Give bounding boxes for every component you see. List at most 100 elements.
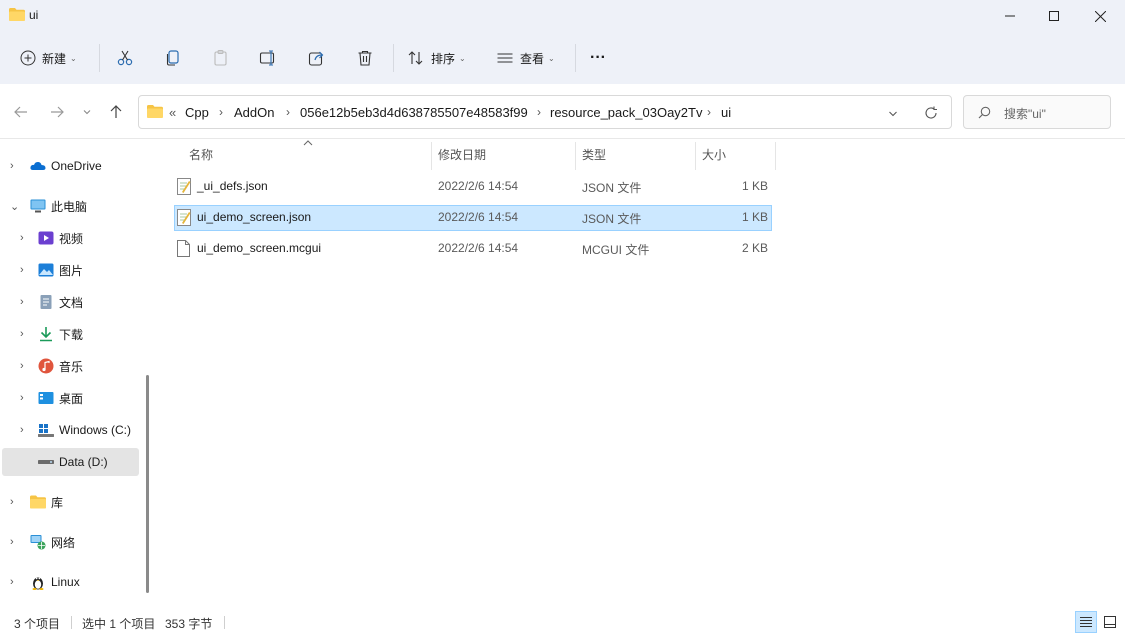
maximize-button[interactable] — [1031, 0, 1077, 32]
navigation-bar: « Cpp › AddOn › 056e12b5eb3d4d638785507e… — [0, 84, 1125, 139]
breadcrumb-overflow[interactable]: « — [169, 105, 176, 120]
rename-button[interactable] — [259, 44, 277, 72]
paste-icon — [214, 50, 227, 66]
network-icon — [30, 535, 46, 550]
column-header-label: 大小 — [702, 147, 727, 162]
breadcrumb-item[interactable]: AddOn — [234, 105, 274, 120]
table-row[interactable]: _ui_defs.json 2022/2/6 14:54 JSON 文件 1 K… — [174, 174, 772, 200]
sidebar-item-drive-d[interactable]: Data (D:) — [2, 448, 139, 476]
chevron-right-icon[interactable]: › — [10, 496, 14, 508]
sidebar-item-label: 图片 — [59, 263, 84, 278]
sidebar-item-libraries[interactable]: › 库 — [2, 488, 139, 516]
chevron-right-icon[interactable]: › — [10, 536, 14, 548]
share-button[interactable] — [308, 44, 326, 72]
column-divider[interactable] — [775, 142, 776, 170]
navigation-pane: › OneDrive ⌄ 此电脑 › 视频 › 图片 › 文档 › 下载 › 音… — [0, 140, 157, 610]
details-view-icon — [1080, 617, 1092, 627]
sidebar-item-label: Linux — [51, 575, 80, 589]
chevron-right-icon[interactable]: › — [20, 360, 24, 372]
scissors-icon — [117, 50, 133, 66]
details-view-button[interactable] — [1075, 611, 1097, 633]
onedrive-icon — [30, 161, 46, 170]
chevron-right-icon[interactable]: › — [20, 232, 24, 244]
tiles-view-icon — [1104, 616, 1116, 628]
more-options-button[interactable]: ··· — [590, 44, 606, 72]
chevron-right-icon[interactable]: › — [20, 392, 24, 404]
breadcrumb-item[interactable]: ui — [721, 105, 731, 120]
sidebar-item-network[interactable]: › 网络 — [2, 528, 139, 556]
sidebar-item-desktop[interactable]: › 桌面 — [2, 384, 139, 412]
list-view-icon — [497, 53, 513, 63]
column-header-modified[interactable]: 修改日期 — [438, 142, 486, 166]
chevron-down-icon[interactable]: ⌄ — [10, 200, 19, 213]
close-button[interactable] — [1077, 0, 1123, 32]
chevron-right-icon[interactable]: › — [10, 160, 14, 172]
sidebar-item-label: 此电脑 — [51, 199, 88, 214]
sidebar-item-music[interactable]: › 音乐 — [2, 352, 139, 380]
column-divider[interactable] — [431, 142, 432, 170]
chevron-down-icon: ⌄ — [548, 53, 555, 63]
window-title: ui — [29, 8, 39, 22]
toolbar-divider — [575, 44, 576, 72]
sidebar-item-this-pc[interactable]: ⌄ 此电脑 — [2, 192, 139, 220]
sort-button[interactable]: 排序 ⌄ — [407, 44, 466, 72]
column-header-name[interactable]: 名称 — [189, 142, 213, 166]
chevron-right-icon[interactable]: › — [10, 576, 14, 588]
selected-size: 353 字节 — [165, 617, 213, 631]
arrow-right-icon — [51, 106, 64, 118]
refresh-icon[interactable] — [924, 106, 938, 120]
chevron-right-icon[interactable]: › — [20, 328, 24, 340]
column-header-type[interactable]: 类型 — [582, 142, 606, 166]
new-button[interactable]: 新建 ⌄ — [20, 44, 77, 72]
chevron-right-icon[interactable]: › — [20, 296, 24, 308]
file-type: JSON 文件 — [582, 212, 642, 226]
videos-icon — [38, 231, 54, 245]
column-divider[interactable] — [695, 142, 696, 170]
search-placeholder: 搜索"ui" — [1004, 107, 1046, 121]
sidebar-item-drive-c[interactable]: › Windows (C:) — [2, 416, 139, 444]
chevron-down-icon[interactable] — [888, 109, 898, 119]
search-input[interactable]: 搜索"ui" — [963, 95, 1111, 129]
breadcrumb-item[interactable]: Cpp — [185, 105, 209, 120]
sidebar-scrollbar[interactable] — [146, 375, 149, 593]
file-name: ui_demo_screen.json — [197, 210, 312, 224]
sidebar-item-label: Data (D:) — [59, 455, 108, 469]
sidebar-item-videos[interactable]: › 视频 — [2, 224, 139, 252]
sidebar-item-label: 音乐 — [59, 359, 84, 374]
desktop-icon — [38, 392, 54, 404]
breadcrumb-item[interactable]: 056e12b5eb3d4d638785507e48583f99 — [300, 105, 528, 120]
file-size: 1 KB — [741, 210, 768, 224]
address-bar[interactable]: « Cpp › AddOn › 056e12b5eb3d4d638785507e… — [138, 95, 952, 129]
chevron-right-icon[interactable]: › — [20, 424, 24, 436]
back-button[interactable] — [11, 102, 31, 122]
up-button[interactable] — [106, 102, 126, 122]
sidebar-item-documents[interactable]: › 文档 — [2, 288, 139, 316]
file-name: _ui_defs.json — [197, 179, 268, 193]
paste-button[interactable] — [212, 44, 230, 72]
copy-button[interactable] — [164, 44, 182, 72]
table-row[interactable]: ui_demo_screen.mcgui 2022/2/6 14:54 MCGU… — [174, 236, 772, 262]
delete-button[interactable] — [356, 44, 374, 72]
column-divider[interactable] — [575, 142, 576, 170]
new-label: 新建 — [42, 51, 67, 66]
sidebar-item-label: 库 — [51, 495, 64, 510]
file-size: 1 KB — [741, 179, 768, 193]
recent-locations-button[interactable] — [77, 102, 97, 122]
chevron-right-icon: › — [537, 105, 541, 119]
forward-button[interactable] — [47, 102, 67, 122]
tiles-view-button[interactable] — [1099, 611, 1121, 633]
close-icon — [1094, 10, 1106, 22]
minimize-button[interactable] — [987, 0, 1033, 32]
sidebar-item-onedrive[interactable]: › OneDrive — [2, 152, 139, 180]
view-button[interactable]: 查看 ⌄ — [496, 44, 555, 72]
breadcrumb-item[interactable]: resource_pack_03Oay2Tv — [550, 105, 702, 120]
cut-button[interactable] — [116, 44, 134, 72]
sidebar-item-downloads[interactable]: › 下载 — [2, 320, 139, 348]
chevron-right-icon[interactable]: › — [20, 264, 24, 276]
table-row-selected[interactable]: ui_demo_screen.json 2022/2/6 14:54 JSON … — [174, 205, 772, 231]
chevron-down-icon — [83, 110, 91, 115]
linux-icon — [32, 577, 44, 590]
sidebar-item-pictures[interactable]: › 图片 — [2, 256, 139, 284]
column-header-size[interactable]: 大小 — [702, 142, 726, 166]
sidebar-item-linux[interactable]: › Linux — [2, 568, 139, 596]
